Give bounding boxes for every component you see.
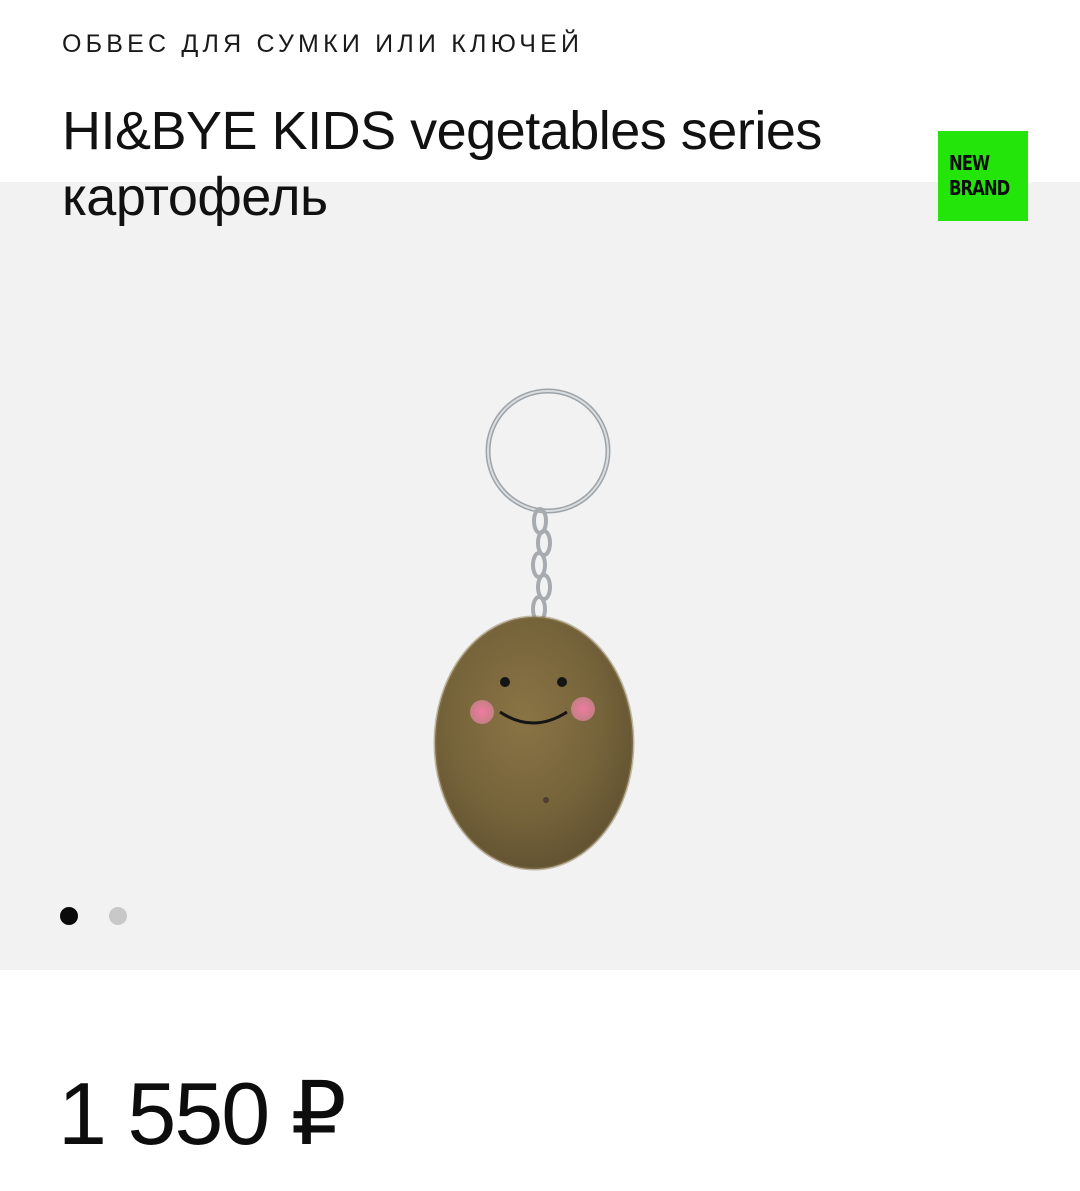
gallery-pagination [60,907,127,925]
new-brand-badge: NEW BRAND [938,131,1028,221]
pagination-dot-1[interactable] [60,907,78,925]
product-price: 1 550 ₽ [58,1064,347,1163]
pagination-dot-2[interactable] [109,907,127,925]
chain-icon [531,507,552,623]
badge-line-2: BRAND [949,176,1010,200]
product-image[interactable] [420,380,660,880]
product-title: HI&BYE KIDS vegetables series картофель [62,101,822,227]
badge-line-1: NEW [949,151,990,175]
product-category: ОБВЕС ДЛЯ СУМКИ ИЛИ КЛЮЧЕЙ [62,30,584,58]
